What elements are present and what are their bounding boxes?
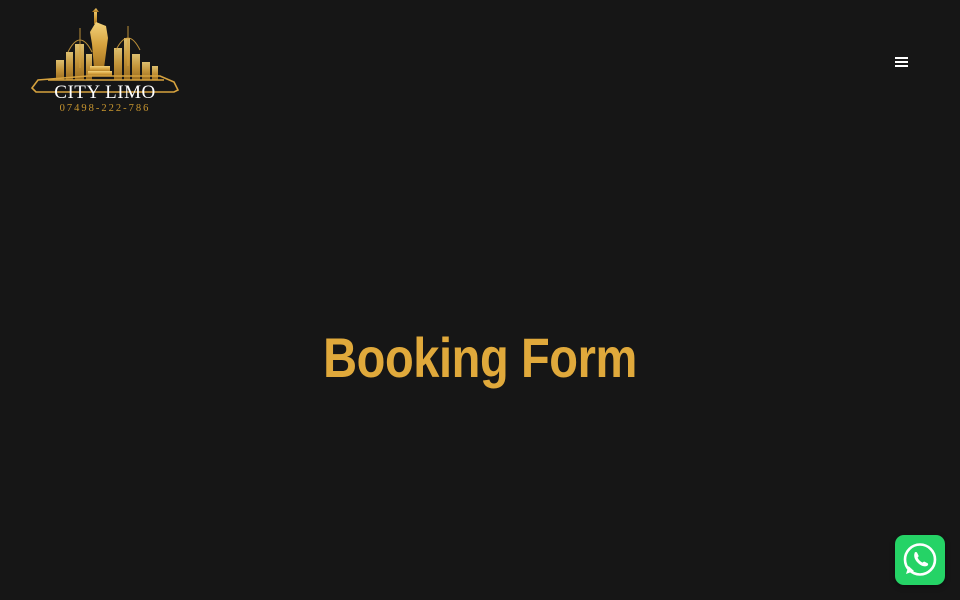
menu-bar (895, 57, 908, 59)
page: CITY LIMO 07498-222-786 Booking Form (0, 0, 960, 600)
whatsapp-icon (903, 543, 937, 576)
site-logo[interactable]: CITY LIMO 07498-222-786 (28, 8, 182, 118)
whatsapp-chat-button[interactable] (895, 535, 945, 585)
menu-bar (895, 65, 908, 67)
page-title: Booking Form (323, 326, 637, 389)
logo-phone: 07498-222-786 (59, 103, 151, 114)
hamburger-menu-icon[interactable] (888, 50, 914, 74)
logo-name: CITY LIMO (54, 82, 156, 103)
menu-bar (895, 61, 908, 63)
